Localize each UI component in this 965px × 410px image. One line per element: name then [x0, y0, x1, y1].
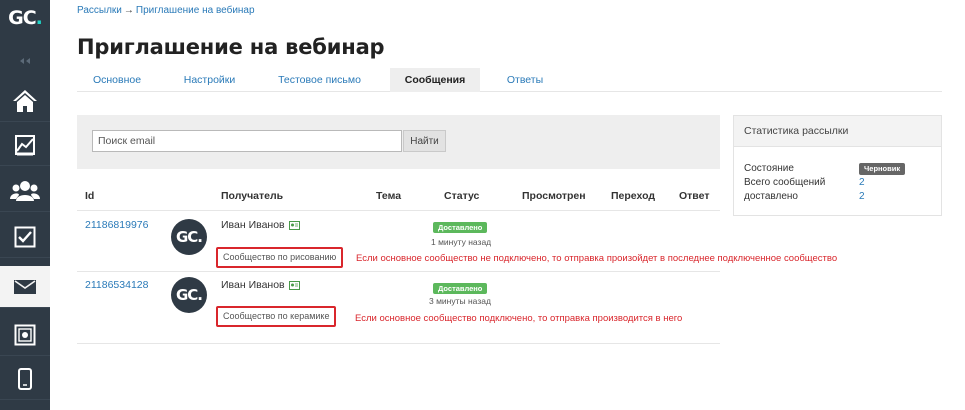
logo[interactable]: GC. — [0, 0, 50, 36]
column-header-click[interactable]: Переход — [611, 190, 655, 202]
column-header-recipient[interactable]: Получатель — [221, 190, 283, 202]
search-button[interactable]: Найти — [403, 130, 446, 152]
breadcrumb-current[interactable]: Приглашение на вебинар — [136, 5, 255, 16]
avatar-text: GC. — [175, 286, 203, 304]
sidebar-item-mobile[interactable] — [0, 358, 50, 400]
mobile-icon — [18, 367, 32, 390]
breadcrumb-parent-link[interactable]: Рассылки — [77, 5, 122, 16]
sidebar-item-statistics[interactable] — [0, 124, 50, 166]
avatar-text: GC. — [175, 228, 203, 246]
users-icon — [10, 180, 40, 201]
tab-messages[interactable]: Сообщения — [390, 68, 480, 92]
message-id-link[interactable]: 21186534128 — [85, 279, 148, 291]
table-header-divider — [77, 210, 720, 211]
page-title: Приглашение на вебинар — [77, 35, 385, 59]
mailing-stats-panel: Статистика рассылки Состояние Черновик В… — [733, 115, 942, 216]
checkbox-icon — [14, 226, 36, 247]
annotation-note: Если основное сообщество подключено, то … — [355, 313, 683, 324]
stat-total-value[interactable]: 2 — [859, 177, 865, 188]
stat-delivered-value[interactable]: 2 — [859, 191, 865, 202]
sidebar: GC. — [0, 0, 50, 410]
tab-general[interactable]: Основное — [77, 68, 157, 92]
avatar: GC. — [171, 277, 207, 313]
breadcrumb: Рассылки → Приглашение на вебинар — [77, 5, 255, 16]
sidebar-item-home[interactable] — [0, 80, 50, 122]
avatar: GC. — [171, 219, 207, 255]
row-divider — [77, 343, 720, 344]
column-header-id[interactable]: Id — [85, 190, 94, 202]
stats-title: Статистика рассылки — [734, 116, 941, 147]
column-header-subject[interactable]: Тема — [376, 190, 401, 202]
status-time: 1 минуту назад — [431, 237, 492, 247]
recipient-name[interactable]: Иван Иванов — [221, 219, 300, 231]
recipient-name-text: Иван Иванов — [221, 219, 285, 231]
sidebar-item-users[interactable] — [0, 170, 50, 212]
tab-replies[interactable]: Ответы — [495, 68, 555, 92]
tab-settings[interactable]: Настройки — [172, 68, 247, 92]
mail-icon — [14, 279, 36, 294]
sidebar-item-mailings[interactable] — [0, 266, 50, 308]
logo-text: GC — [8, 7, 37, 29]
status-time: 3 минуты назад — [429, 296, 491, 306]
annotation-note: Если основное сообщество не подключено, … — [356, 253, 838, 264]
collapse-sidebar-toggle[interactable] — [0, 54, 50, 68]
status-badge: Доставлено — [433, 222, 488, 233]
tab-test-letter[interactable]: Тестовое письмо — [262, 68, 377, 92]
tab-bar: Основное Настройки Тестовое письмо Сообщ… — [77, 68, 942, 92]
sidebar-item-tasks[interactable] — [0, 216, 50, 258]
id-card-icon — [288, 280, 300, 290]
message-id-link[interactable]: 21186819976 — [85, 219, 148, 231]
sidebar-item-payments[interactable] — [0, 314, 50, 356]
community-label: Сообщество по рисованию — [216, 247, 344, 268]
status-badge: Доставлено — [433, 283, 488, 294]
row-divider — [77, 271, 720, 272]
chart-icon — [15, 134, 35, 155]
column-header-status[interactable]: Статус — [444, 190, 479, 202]
community-label: Сообщество по керамике — [216, 306, 337, 327]
breadcrumb-separator: → — [123, 5, 134, 16]
search-panel: Найти — [77, 115, 720, 169]
stat-total-label: Всего сообщений — [744, 177, 826, 188]
stat-delivered-label: доставлено — [744, 191, 798, 202]
collapse-arrows-icon — [20, 58, 30, 64]
stat-state-label: Состояние — [744, 163, 794, 174]
column-header-reply[interactable]: Ответ — [679, 190, 709, 202]
logo-dot: . — [35, 7, 43, 29]
recipient-name[interactable]: Иван Иванов — [221, 279, 300, 291]
recipient-name-text: Иван Иванов — [221, 279, 285, 291]
id-card-icon — [288, 220, 300, 230]
column-header-viewed[interactable]: Просмотрен — [522, 190, 586, 202]
search-email-input[interactable] — [92, 130, 402, 152]
draft-badge: Черновик — [859, 163, 906, 175]
home-icon — [13, 89, 37, 112]
safe-icon — [14, 324, 36, 345]
